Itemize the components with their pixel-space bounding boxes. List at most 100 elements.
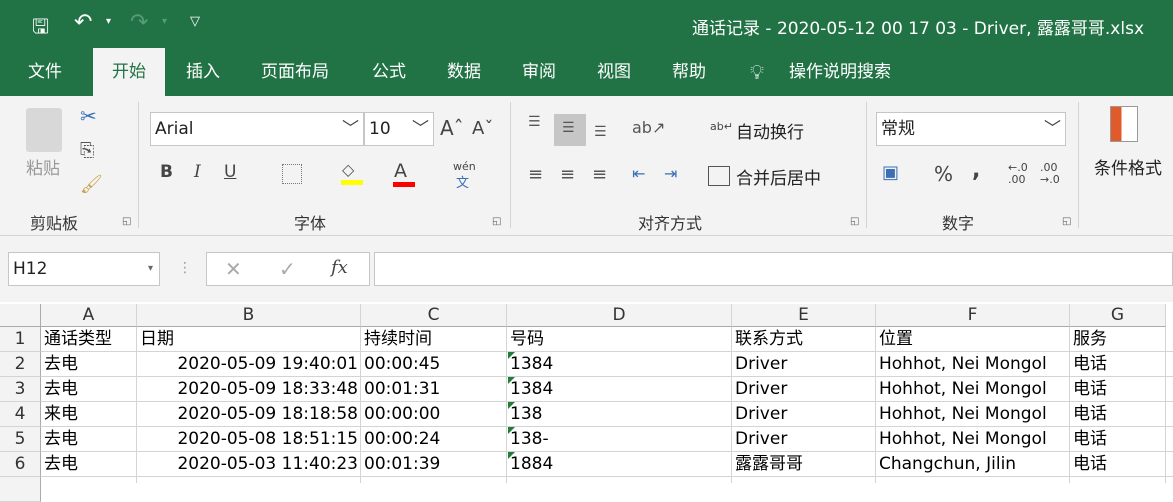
increase-indent-icon[interactable]: ⇥	[664, 164, 677, 183]
accounting-format-icon[interactable]: ▣	[882, 162, 899, 183]
cancel-icon[interactable]: ✕	[225, 257, 242, 281]
cell-D5[interactable]: 138-	[507, 427, 732, 452]
font-launcher-icon[interactable]: ◱	[492, 216, 501, 227]
cell-E6[interactable]: 露露哥哥	[732, 452, 876, 477]
font-color-icon[interactable]: A	[394, 160, 407, 182]
row-header[interactable]	[0, 477, 41, 502]
copy-icon[interactable]: ⎘	[80, 140, 94, 161]
decrease-indent-icon[interactable]: ⇤	[632, 164, 645, 183]
tab-insert[interactable]: 插入	[172, 48, 234, 96]
alignment-launcher-icon[interactable]: ◱	[850, 216, 859, 227]
cell-B4[interactable]: 2020-05-09 18:18:58	[137, 402, 361, 427]
tab-view[interactable]: 视图	[583, 48, 645, 96]
cell-A1[interactable]: 通话类型	[41, 327, 137, 352]
column-header-E[interactable]: E	[732, 304, 876, 327]
formula-input[interactable]	[374, 252, 1173, 286]
paste-icon[interactable]	[26, 108, 62, 152]
undo-icon[interactable]: ↶	[74, 10, 92, 35]
column-header-F[interactable]: F	[876, 304, 1070, 327]
clipboard-launcher-icon[interactable]: ◱	[122, 216, 131, 227]
cut-icon[interactable]: ✂	[80, 104, 97, 128]
cell-E5[interactable]: Driver	[732, 427, 876, 452]
cell-G4[interactable]: 电话	[1070, 402, 1166, 427]
bold-button[interactable]: B	[160, 162, 173, 182]
row-header[interactable]: 4	[0, 402, 41, 427]
format-painter-icon[interactable]: 🖌︎	[80, 174, 103, 195]
cell-C2[interactable]: 00:00:45	[361, 352, 507, 377]
decrease-font-icon[interactable]: Aˇ	[472, 118, 493, 139]
align-right-icon[interactable]: ≡	[592, 164, 607, 185]
font-name-select[interactable]: Arial ﹀	[150, 112, 364, 146]
cell-F5[interactable]: Hohhot, Nei Mongol	[876, 427, 1070, 452]
fill-color-icon[interactable]: ◇	[342, 160, 354, 179]
cell-D4[interactable]: 138	[507, 402, 732, 427]
name-box[interactable]: H12 ▾	[8, 252, 160, 286]
cell-C6[interactable]: 00:01:39	[361, 452, 507, 477]
percent-button[interactable]: %	[934, 162, 953, 186]
cell-D1[interactable]: 号码	[507, 327, 732, 352]
enter-icon[interactable]: ✓	[279, 257, 296, 281]
select-all-button[interactable]	[0, 304, 41, 327]
cell-C4[interactable]: 00:00:00	[361, 402, 507, 427]
cell-F3[interactable]: Hohhot, Nei Mongol	[876, 377, 1070, 402]
tab-home[interactable]: 开始	[93, 48, 165, 96]
cell-F2[interactable]: Hohhot, Nei Mongol	[876, 352, 1070, 377]
cell-A3[interactable]: 去电	[41, 377, 137, 402]
font-size-select[interactable]: 10 ﹀	[364, 112, 434, 146]
row-header[interactable]: 1	[0, 327, 41, 352]
tab-data[interactable]: 数据	[433, 48, 495, 96]
cell-A5[interactable]: 去电	[41, 427, 137, 452]
cell-A2[interactable]: 去电	[41, 352, 137, 377]
orientation-icon[interactable]: ab↗	[632, 118, 665, 137]
paste-button[interactable]: 粘贴	[26, 154, 60, 179]
row-header[interactable]: 5	[0, 427, 41, 452]
cell-A6[interactable]: 去电	[41, 452, 137, 477]
cell-E4[interactable]: Driver	[732, 402, 876, 427]
cell-C1[interactable]: 持续时间	[361, 327, 507, 352]
comma-button[interactable]: ,	[972, 158, 980, 183]
tab-review[interactable]: 审阅	[508, 48, 570, 96]
italic-button[interactable]: I	[194, 162, 201, 182]
cell-B3[interactable]: 2020-05-09 18:33:48	[137, 377, 361, 402]
cell-F4[interactable]: Hohhot, Nei Mongol	[876, 402, 1070, 427]
row-header[interactable]: 2	[0, 352, 41, 377]
increase-font-icon[interactable]: Aˆ	[440, 116, 464, 140]
merge-center-button[interactable]: 合并后居中	[736, 164, 821, 189]
tab-formulas[interactable]: 公式	[358, 48, 420, 96]
column-header-D[interactable]: D	[507, 304, 732, 327]
column-header-C[interactable]: C	[361, 304, 507, 327]
cell-G1[interactable]: 服务	[1070, 327, 1166, 352]
number-launcher-icon[interactable]: ◱	[1062, 216, 1071, 227]
tab-file[interactable]: 文件	[14, 48, 76, 96]
cell-B2[interactable]: 2020-05-09 19:40:01	[137, 352, 361, 377]
cell-E3[interactable]: Driver	[732, 377, 876, 402]
cell-B6[interactable]: 2020-05-03 11:40:23	[137, 452, 361, 477]
cell-C3[interactable]: 00:01:31	[361, 377, 507, 402]
cell-D3[interactable]: 1384	[507, 377, 732, 402]
conditional-format-button[interactable]: 条件格式	[1094, 154, 1162, 179]
save-icon[interactable]: 🖫	[32, 12, 49, 46]
wrap-text-button[interactable]: 自动换行	[736, 118, 804, 143]
top-align-icon[interactable]: ☰	[528, 114, 541, 130]
cell-G2[interactable]: 电话	[1070, 352, 1166, 377]
borders-icon[interactable]	[282, 164, 302, 184]
column-header-B[interactable]: B	[137, 304, 361, 327]
cell-E1[interactable]: 联系方式	[732, 327, 876, 352]
tab-help[interactable]: 帮助	[658, 48, 720, 96]
row-header[interactable]: 3	[0, 377, 41, 402]
column-header-G[interactable]: G	[1070, 304, 1166, 327]
cell-G6[interactable]: 电话	[1070, 452, 1166, 477]
bottom-align-icon[interactable]: ☰	[594, 124, 607, 140]
cell-B5[interactable]: 2020-05-08 18:51:15	[137, 427, 361, 452]
align-left-icon[interactable]: ≡	[528, 164, 543, 185]
cell-E2[interactable]: Driver	[732, 352, 876, 377]
row-header[interactable]: 6	[0, 452, 41, 477]
undo-dropdown-icon[interactable]: ▾	[106, 16, 111, 27]
cell-D2[interactable]: 1384	[507, 352, 732, 377]
align-center-icon[interactable]: ≡	[560, 164, 575, 185]
cell-G3[interactable]: 电话	[1070, 377, 1166, 402]
cell-C5[interactable]: 00:00:24	[361, 427, 507, 452]
underline-button[interactable]: U	[224, 162, 236, 182]
cell-D6[interactable]: 1884	[507, 452, 732, 477]
number-format-select[interactable]: 常规 ﹀	[876, 112, 1066, 146]
